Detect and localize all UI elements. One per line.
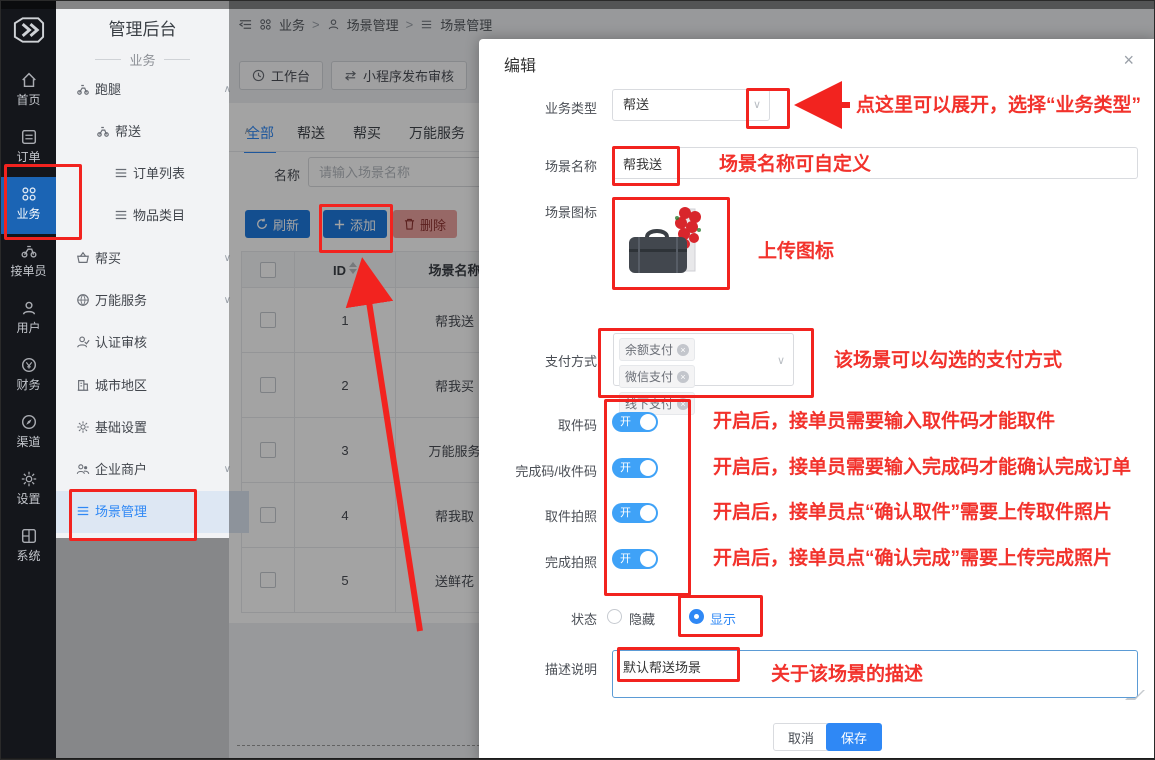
rail-item-channel[interactable]: 渠道 [1, 405, 56, 462]
list-icon [114, 155, 128, 169]
close-icon[interactable]: × [1123, 50, 1134, 71]
scooter-icon [96, 113, 110, 127]
building-icon [76, 367, 90, 381]
primary-nav-rail: 首页 订单 业务 接单员 用户 财务 渠道 设置 系统 [1, 1, 56, 760]
business-type-label: 业务类型 [479, 98, 597, 117]
toggle-knob [640, 505, 656, 521]
sidebar-section-label: 业务 [56, 49, 229, 69]
scooter-icon [76, 71, 90, 85]
rail-item-settings[interactable]: 设置 [1, 462, 56, 519]
sidebar-item-enterprise-merchant[interactable]: 企业商户∨ [56, 449, 249, 491]
sidebar-item-auth-review[interactable]: 认证审核 [56, 322, 249, 364]
chevron-down-icon[interactable]: ∨ [777, 346, 785, 376]
status-show-label[interactable]: 显示 [710, 609, 736, 628]
sidebar-item-paotui[interactable]: 跑腿∧ [56, 69, 249, 111]
list-icon [76, 493, 90, 507]
status-show-radio[interactable] [689, 609, 704, 624]
finish-photo-label: 完成拍照 [479, 552, 597, 571]
modal-title: 编辑 [504, 52, 536, 76]
rail-item-business[interactable]: 业务 [1, 177, 56, 234]
finish-code-label: 完成码/收件码 [479, 461, 597, 480]
remove-tag-icon[interactable]: × [677, 398, 689, 410]
status-hidden-label[interactable]: 隐藏 [629, 609, 655, 628]
sidebar-item-bangmai[interactable]: 帮买∨ [56, 238, 249, 280]
sidebar-item-city-region[interactable]: 城市地区 [56, 365, 249, 407]
scene-name-input[interactable] [612, 147, 1138, 179]
rail-item-courier[interactable]: 接单员 [1, 234, 56, 291]
sidebar-item-scene-management[interactable]: 场景管理 [56, 491, 249, 533]
scene-icon-upload[interactable] [615, 200, 719, 282]
sidebar-item-basic-settings[interactable]: 基础设置 [56, 407, 249, 449]
toggle-knob [640, 414, 656, 430]
rail-item-orders[interactable]: 订单 [1, 120, 56, 177]
list-icon [114, 197, 128, 211]
sidebar-title: 管理后台 [56, 15, 229, 40]
status-hidden-radio[interactable] [607, 609, 622, 624]
scene-icon-image [619, 203, 715, 279]
admin-app: 首页 订单 业务 接单员 用户 财务 渠道 设置 系统 管理后台 业务 跑腿∧ … [0, 0, 1155, 760]
user-check-icon [76, 324, 90, 338]
sidebar-item-universal-service[interactable]: 万能服务∨ [56, 280, 249, 322]
description-label: 描述说明 [479, 659, 597, 678]
rail-item-home[interactable]: 首页 [1, 63, 56, 120]
window-top-edge [1, 1, 1155, 9]
toggle-knob [640, 460, 656, 476]
users-icon [76, 451, 90, 465]
finish-code-toggle[interactable]: 开 [612, 458, 658, 478]
globe-icon [76, 282, 90, 296]
status-label: 状态 [479, 609, 597, 628]
payment-tag: 微信支付× [619, 365, 695, 388]
remove-tag-icon[interactable]: × [677, 344, 689, 356]
scene-name-label: 场景名称 [479, 156, 597, 175]
payment-tag: 余额支付× [619, 338, 695, 361]
finish-photo-toggle[interactable]: 开 [612, 549, 658, 569]
remove-tag-icon[interactable]: × [677, 371, 689, 383]
scene-icon-label: 场景图标 [479, 202, 597, 221]
toggle-knob [640, 551, 656, 567]
description-textarea[interactable]: 默认帮送场景 [612, 650, 1138, 698]
rail-item-system[interactable]: 系统 [1, 519, 56, 576]
cancel-button[interactable]: 取消 [773, 723, 829, 751]
chevron-down-icon[interactable]: ∨ [753, 90, 761, 120]
app-logo [11, 15, 46, 45]
save-button[interactable]: 保存 [826, 723, 882, 751]
pickup-code-label: 取件码 [479, 415, 597, 434]
payment-method-label: 支付方式 [479, 351, 597, 370]
gear-icon [76, 409, 90, 423]
pickup-photo-toggle[interactable]: 开 [612, 503, 658, 523]
basket-icon [76, 240, 90, 254]
rail-item-users[interactable]: 用户 [1, 291, 56, 348]
pickup-code-toggle[interactable]: 开 [612, 412, 658, 432]
secondary-sidebar: 管理后台 业务 跑腿∧ 帮送∧ 订单列表 物品类目 帮买∨ 万能服务∨ 认证审核… [56, 1, 229, 760]
rail-item-finance[interactable]: 财务 [1, 348, 56, 405]
business-type-select[interactable]: 帮送 ∨ [612, 89, 770, 121]
edit-scene-modal: 编辑 × 业务类型 帮送 ∨ 场景名称 场景图标 支付方式 余 [479, 39, 1155, 760]
payment-method-select[interactable]: 余额支付× 微信支付× 线下支付× ∨ [613, 333, 794, 386]
pickup-photo-label: 取件拍照 [479, 506, 597, 525]
